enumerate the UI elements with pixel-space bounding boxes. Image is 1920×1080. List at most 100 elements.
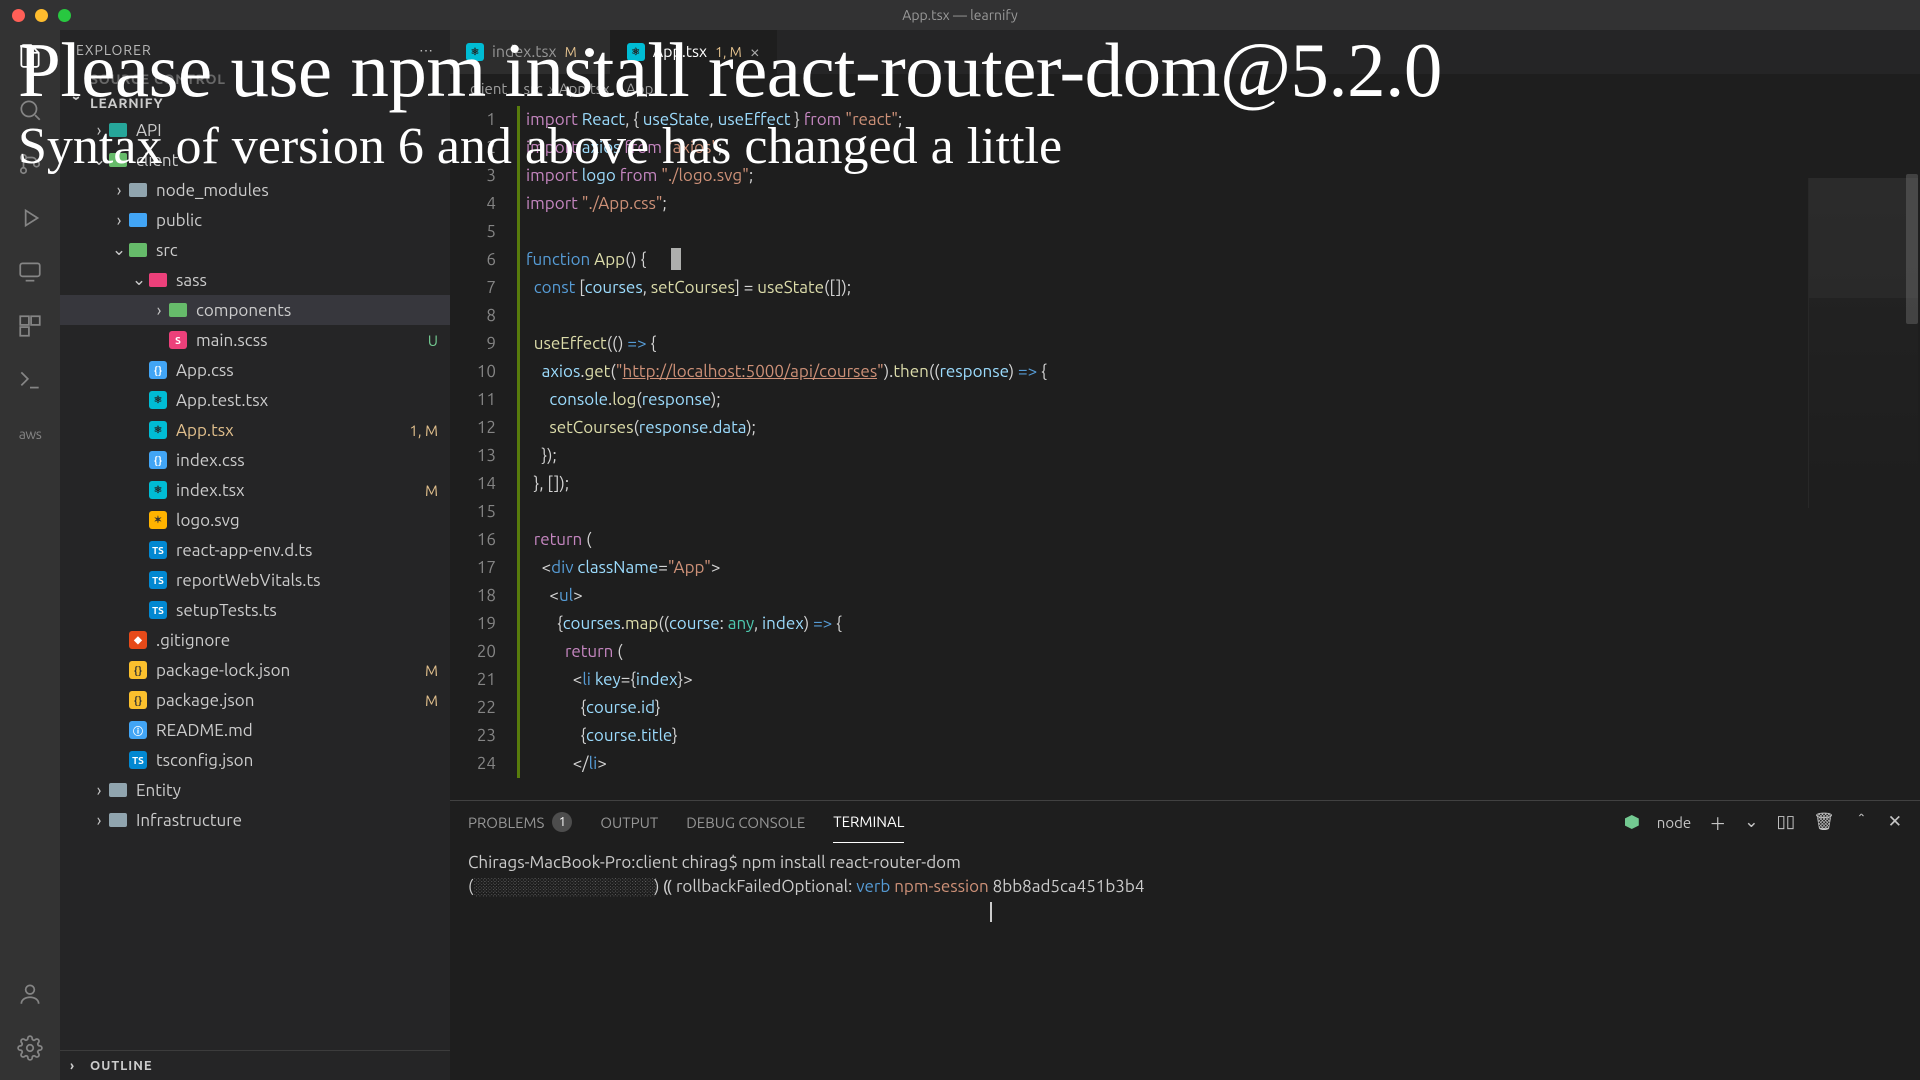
tree-folder[interactable]: ›Entity: [60, 775, 450, 805]
editor-tab[interactable]: ⚛index.tsxM: [450, 30, 611, 74]
sidebar-more-icon[interactable]: ⋯: [419, 42, 434, 59]
code-line[interactable]: <div className="App">: [517, 554, 1920, 582]
tab-close-icon[interactable]: ×: [750, 42, 760, 62]
tree-folder[interactable]: ⌄client: [60, 145, 450, 175]
tree-file[interactable]: ✶logo.svg: [60, 505, 450, 535]
accounts-icon[interactable]: [16, 980, 44, 1008]
tree-label: API: [136, 121, 438, 140]
breadcrumb-item[interactable]: client: [470, 80, 507, 97]
code-line[interactable]: import "./App.css";: [517, 190, 1920, 218]
remote-explorer-icon[interactable]: [16, 258, 44, 286]
minimap-slider[interactable]: [1809, 178, 1918, 298]
tree-folder[interactable]: ⌄sass: [60, 265, 450, 295]
code-line[interactable]: <li key={index}>: [517, 666, 1920, 694]
aws-icon[interactable]: aws: [16, 420, 44, 448]
editor-tab[interactable]: ⚛App.tsx1, M×: [611, 30, 777, 74]
terminal-dropdown-icon[interactable]: ⌄: [1744, 812, 1758, 832]
code-line[interactable]: return (: [517, 638, 1920, 666]
code-line[interactable]: const [courses, setCourses] = useState([…: [517, 274, 1920, 302]
code-line[interactable]: useEffect(() => {: [517, 330, 1920, 358]
extensions-icon[interactable]: [16, 312, 44, 340]
code-line[interactable]: import axios from "axios";: [517, 134, 1920, 162]
tree-folder[interactable]: ›public: [60, 205, 450, 235]
line-number: 17: [450, 554, 496, 582]
tab-problems[interactable]: PROBLEMS 1: [468, 801, 572, 843]
code-line[interactable]: {course.id}: [517, 694, 1920, 722]
tree-folder[interactable]: ›node_modules: [60, 175, 450, 205]
terminal-body[interactable]: Chirags-MacBook-Pro:client chirag$ npm i…: [450, 843, 1920, 1080]
code-line[interactable]: console.log(response);: [517, 386, 1920, 414]
code-line[interactable]: </li>: [517, 750, 1920, 778]
explorer-icon[interactable]: [16, 42, 44, 70]
tree-folder[interactable]: ›API: [60, 115, 450, 145]
code-line[interactable]: import logo from "./logo.svg";: [517, 162, 1920, 190]
code-line[interactable]: });: [517, 442, 1920, 470]
close-window-button[interactable]: [12, 9, 25, 22]
panel-close-icon[interactable]: ✕: [1888, 812, 1902, 832]
line-number: 9: [450, 330, 496, 358]
code-line[interactable]: [517, 218, 1920, 246]
code-line[interactable]: {course.title}: [517, 722, 1920, 750]
minimize-window-button[interactable]: [35, 9, 48, 22]
editor-scrollbar[interactable]: [1904, 174, 1920, 800]
code-line[interactable]: function App() {: [517, 246, 1920, 274]
breadcrumb-item[interactable]: src: [524, 80, 543, 97]
tree-file[interactable]: TSreact-app-env.d.ts: [60, 535, 450, 565]
line-number: 10: [450, 358, 496, 386]
tree-label: tsconfig.json: [156, 751, 438, 770]
code-line[interactable]: setCourses(response.data);: [517, 414, 1920, 442]
code-line[interactable]: axios.get("http://localhost:5000/api/cou…: [517, 358, 1920, 386]
code-line[interactable]: [517, 498, 1920, 526]
code-line[interactable]: {courses.map((course: any, index) => {: [517, 610, 1920, 638]
shell-name[interactable]: node: [1657, 814, 1691, 831]
line-number: 14: [450, 470, 496, 498]
tree-file[interactable]: {}index.css: [60, 445, 450, 475]
outline-section[interactable]: › OUTLINE: [60, 1050, 450, 1080]
minimap[interactable]: [1808, 178, 1918, 508]
tree-file[interactable]: Smain.scssU: [60, 325, 450, 355]
tree-folder[interactable]: ⌄src: [60, 235, 450, 265]
tree-file[interactable]: TStsconfig.json: [60, 745, 450, 775]
tree-file[interactable]: TSreportWebVitals.ts: [60, 565, 450, 595]
source-control-icon[interactable]: [16, 150, 44, 178]
scrollbar-thumb[interactable]: [1906, 174, 1918, 324]
terminal-shortcut-icon[interactable]: [16, 366, 44, 394]
code-area[interactable]: import React, { useState, useEffect } fr…: [514, 102, 1920, 800]
code-line[interactable]: return (: [517, 526, 1920, 554]
tab-label: App.tsx: [653, 43, 707, 61]
tree-file[interactable]: ⓘREADME.md: [60, 715, 450, 745]
tree-file[interactable]: ◆.gitignore: [60, 625, 450, 655]
tab-terminal[interactable]: TERMINAL: [833, 801, 904, 843]
code-line[interactable]: <ul>: [517, 582, 1920, 610]
tree-folder[interactable]: ›components: [60, 295, 450, 325]
zoom-window-button[interactable]: [58, 9, 71, 22]
breadcrumb-item[interactable]: App: [626, 80, 653, 97]
kill-terminal-icon[interactable]: 🗑: [1813, 812, 1835, 832]
code-line[interactable]: [517, 302, 1920, 330]
tab-debug-console[interactable]: DEBUG CONSOLE: [686, 801, 805, 843]
new-terminal-icon[interactable]: ＋: [1709, 810, 1726, 835]
source-control-section[interactable]: › SOURCE CONTROL: [60, 67, 450, 91]
tree-folder[interactable]: ›Infrastructure: [60, 805, 450, 835]
settings-gear-icon[interactable]: [16, 1034, 44, 1062]
breadcrumbs[interactable]: client›src›App.tsx›App: [450, 74, 1920, 102]
tree-file[interactable]: {}App.css: [60, 355, 450, 385]
code-line[interactable]: }, []);: [517, 470, 1920, 498]
tree-file[interactable]: {}package-lock.jsonM: [60, 655, 450, 685]
run-debug-icon[interactable]: [16, 204, 44, 232]
split-terminal-icon[interactable]: ▯▯: [1776, 812, 1795, 832]
search-icon[interactable]: [16, 96, 44, 124]
tree-file[interactable]: {}package.jsonM: [60, 685, 450, 715]
tree-file[interactable]: TSsetupTests.ts: [60, 595, 450, 625]
tree-file[interactable]: ⚛App.test.tsx: [60, 385, 450, 415]
tree-label: client: [136, 151, 438, 170]
tree-label: main.scss: [196, 331, 428, 350]
code-line[interactable]: import React, { useState, useEffect } fr…: [517, 106, 1920, 134]
tree-file[interactable]: ⚛index.tsxM: [60, 475, 450, 505]
project-section[interactable]: › LEARNIFY: [60, 91, 450, 115]
editor-body[interactable]: 123456789101112131415161718192021222324 …: [450, 102, 1920, 800]
tree-file[interactable]: ⚛App.tsx1, M: [60, 415, 450, 445]
breadcrumb-item[interactable]: App.tsx: [559, 80, 610, 97]
panel-maximize-icon[interactable]: ＾: [1853, 810, 1870, 835]
tab-output[interactable]: OUTPUT: [600, 801, 658, 843]
